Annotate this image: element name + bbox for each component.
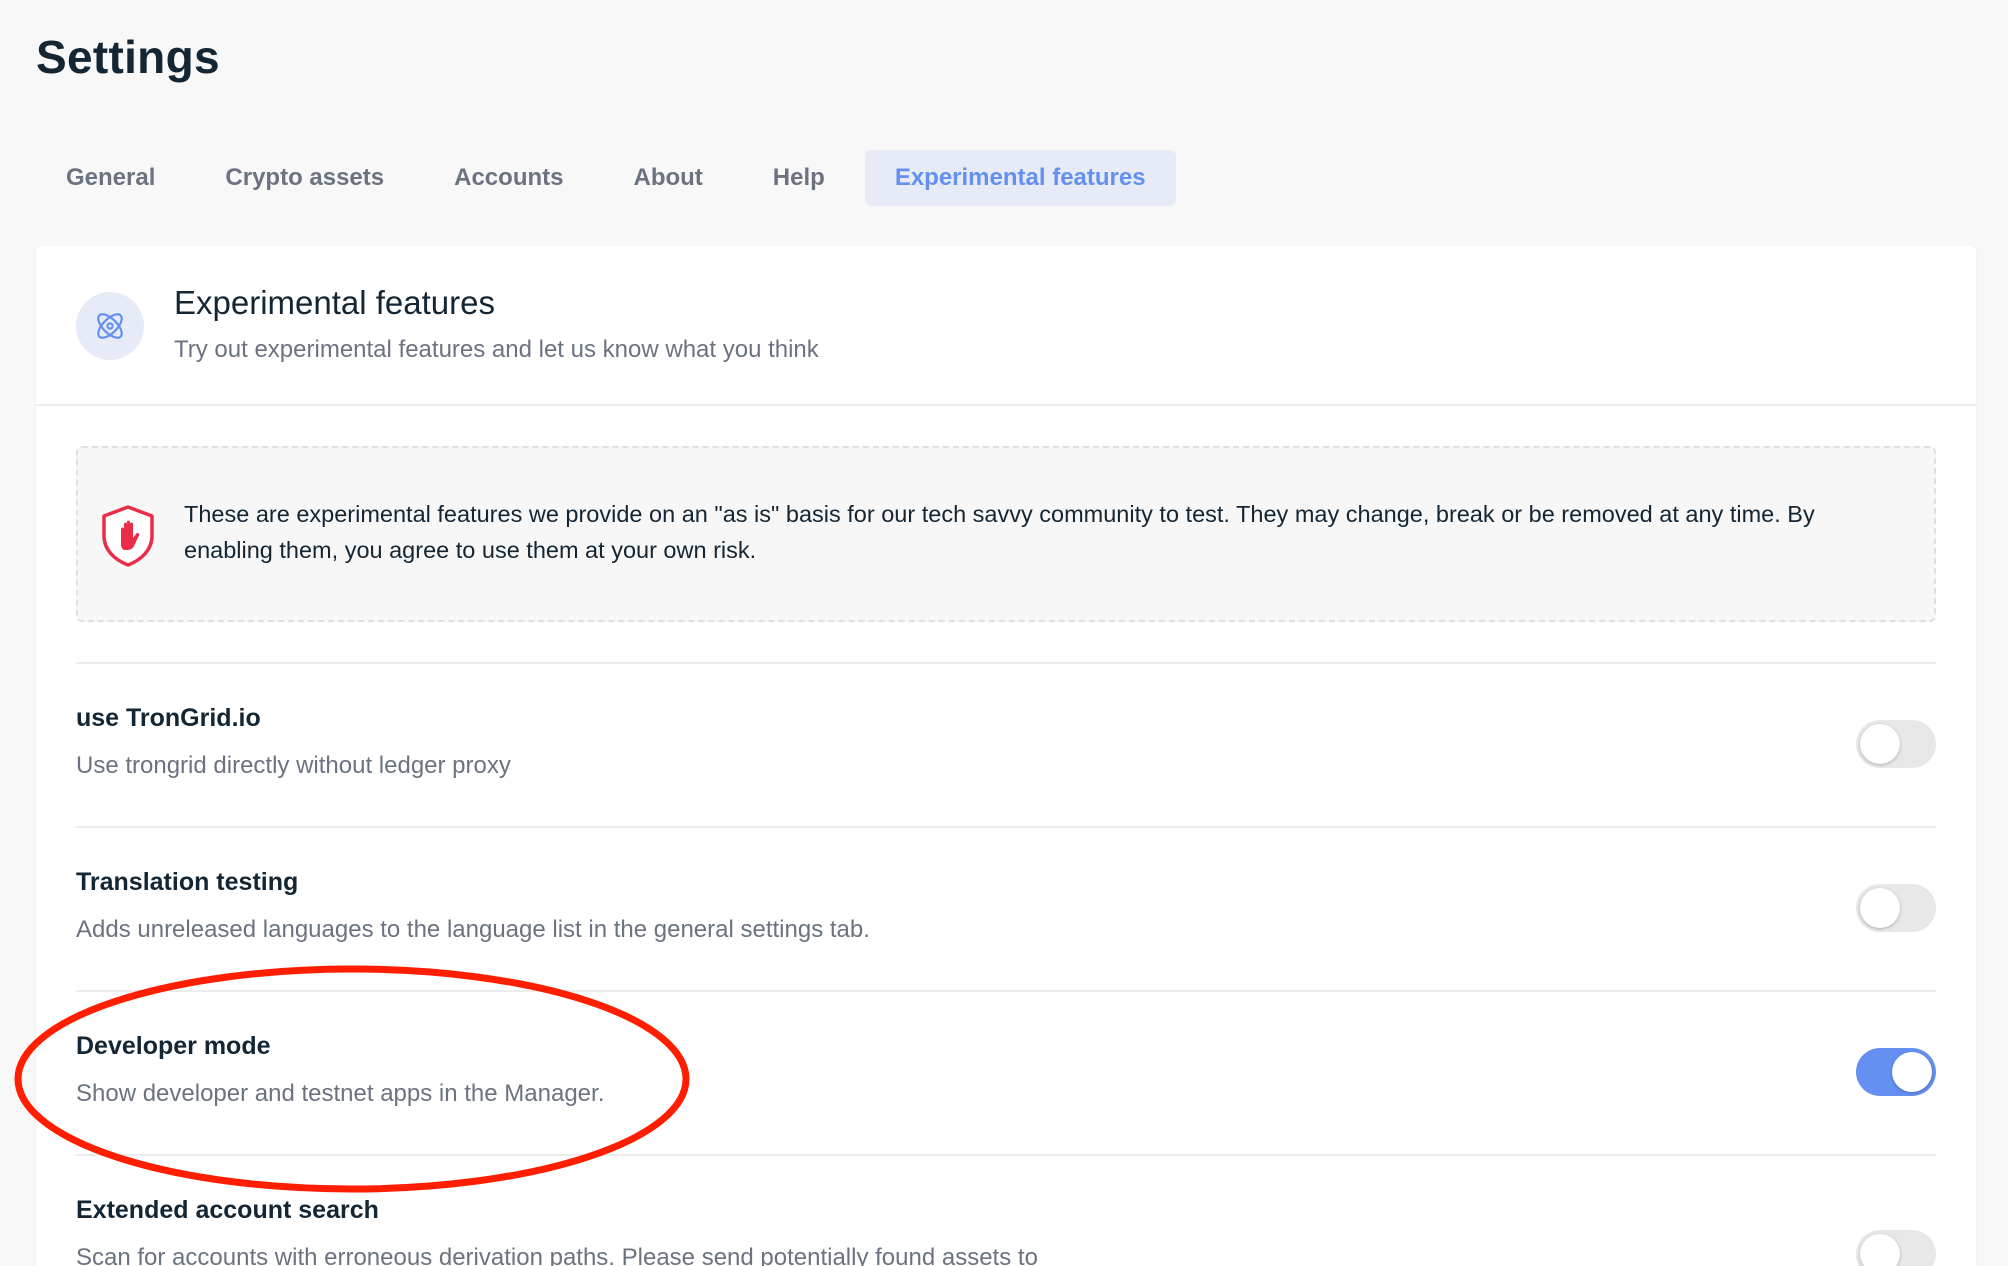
toggle-trongrid[interactable] <box>1856 720 1936 768</box>
tab-about[interactable]: About <box>603 150 732 206</box>
shield-hand-icon <box>100 504 156 573</box>
toggle-knob <box>1860 1234 1900 1266</box>
toggle-knob <box>1860 888 1900 928</box>
experimental-warning: These are experimental features we provi… <box>76 446 1936 622</box>
feature-desc-translation-testing: Adds unreleased languages to the languag… <box>76 916 870 943</box>
toggle-extended-account-search[interactable] <box>1856 1230 1936 1266</box>
feature-title-translation-testing: Translation testing <box>76 868 299 896</box>
tab-experimental-features[interactable]: Experimental features <box>864 150 1176 206</box>
annotation-ellipse <box>14 965 690 1193</box>
toggle-translation-testing[interactable] <box>1856 884 1936 932</box>
toggle-knob <box>1892 1052 1932 1092</box>
tab-accounts[interactable]: Accounts <box>424 150 593 206</box>
divider <box>76 826 1936 828</box>
tab-crypto-assets[interactable]: Crypto assets <box>195 150 414 206</box>
feature-title-trongrid: use TronGrid.io <box>76 704 261 732</box>
feature-desc-extended-account-search: Scan for accounts with erroneous derivat… <box>76 1244 1038 1266</box>
settings-tabs: General Crypto assets Accounts About Hel… <box>36 150 1176 206</box>
section-title: Experimental features <box>174 284 495 321</box>
toggle-knob <box>1860 724 1900 764</box>
feature-desc-trongrid: Use trongrid directly without ledger pro… <box>76 752 511 779</box>
section-header: Experimental features Try out experiment… <box>36 246 1976 406</box>
feature-title-extended-account-search: Extended account search <box>76 1196 379 1224</box>
atom-icon <box>76 292 144 360</box>
page-title: Settings <box>36 31 220 83</box>
tab-help[interactable]: Help <box>743 150 855 206</box>
warning-text: These are experimental features we provi… <box>184 501 1815 563</box>
section-subtitle: Try out experimental features and let us… <box>174 336 819 363</box>
tab-general[interactable]: General <box>36 150 185 206</box>
divider <box>76 662 1936 664</box>
toggle-developer-mode[interactable] <box>1856 1048 1936 1096</box>
